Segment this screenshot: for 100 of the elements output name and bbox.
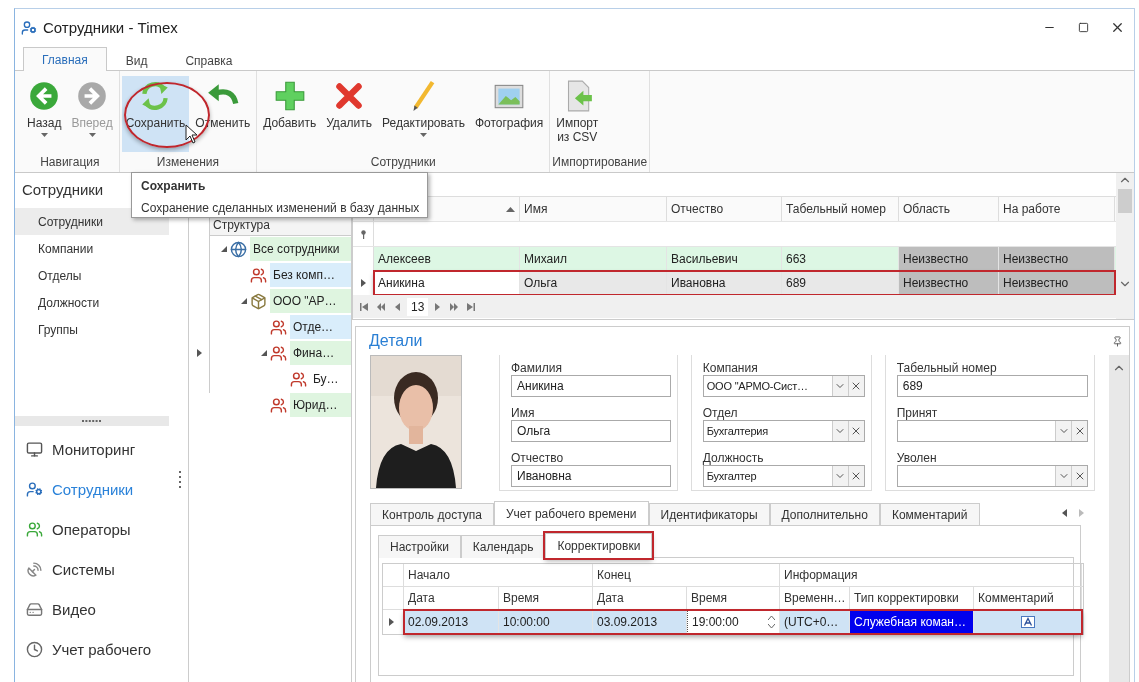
nav-item[interactable]: Группы <box>15 316 169 343</box>
pin-icon[interactable] <box>1112 335 1123 347</box>
pager-arrow-icon <box>360 302 368 311</box>
tree-node[interactable]: Все сотрудники <box>250 237 351 261</box>
column-header[interactable]: Табельный номер <box>782 197 899 221</box>
column-group-header: Начало <box>404 564 593 586</box>
ribbon-group-label: Изменения <box>155 154 220 171</box>
column-header[interactable]: Область <box>899 197 999 221</box>
tree-node[interactable]: Без комп… <box>270 263 351 287</box>
text-field[interactable]: Ольга <box>511 420 671 442</box>
combo-box[interactable]: ООО "АРМО-Сист… <box>702 375 865 397</box>
module-item[interactable]: Сотрудники <box>15 469 172 509</box>
current-row-icon <box>359 279 367 287</box>
table-cell: Алексеев <box>374 247 520 271</box>
tab[interactable]: Идентификаторы <box>648 503 770 526</box>
combo-box[interactable]: Бухгалтерия <box>702 420 865 442</box>
field-label: Отдел <box>702 405 739 420</box>
table-cell: 10:00:00 <box>499 610 593 634</box>
clear-button[interactable] <box>1071 421 1087 441</box>
collapse-arrow-icon <box>195 349 203 357</box>
pager-arrow-icon <box>377 302 385 311</box>
pager-arrow-icon <box>433 302 442 311</box>
clock-icon <box>26 640 43 658</box>
clear-button[interactable] <box>1071 466 1087 486</box>
table-cell: Служебная коман… <box>850 610 974 634</box>
tree-node[interactable]: Юрид… <box>290 393 351 417</box>
ribbon-group-label: Сотрудники <box>369 154 437 171</box>
globe-icon <box>230 240 247 258</box>
column-header[interactable]: На работе <box>999 197 1115 221</box>
nav-item[interactable]: Должности <box>15 289 169 316</box>
ribbon-tab[interactable]: Справка <box>166 49 252 71</box>
text-field[interactable]: Аникина <box>511 375 671 397</box>
pager-arrow-icon <box>467 302 476 311</box>
ribbon-button[interactable]: Фотография <box>470 76 548 152</box>
module-item[interactable]: Мониторинг <box>15 429 172 469</box>
text-field[interactable]: 689 <box>896 375 1088 397</box>
splitter-grip-icon[interactable] <box>178 471 182 489</box>
field-label: Уволен <box>896 450 938 465</box>
pager-arrow-icon <box>450 302 459 311</box>
ribbon-tab[interactable]: Главная <box>23 47 107 71</box>
nav-item[interactable]: Компании <box>15 235 169 262</box>
time-field[interactable]: 19:00:00 <box>687 610 780 634</box>
module-item[interactable]: Видео <box>15 589 172 629</box>
ribbon-button[interactable]: Импорт из CSV <box>552 76 603 152</box>
module-item[interactable]: Системы <box>15 549 172 589</box>
table-cell: Неизвестно <box>999 271 1115 295</box>
ribbon-button[interactable]: Добавить <box>259 76 321 152</box>
tab[interactable]: Контроль доступа <box>370 503 494 526</box>
caret-icon <box>419 133 427 137</box>
table-row[interactable]: Аникина Ольга Ивановна 689 Неизвестно Неизвестно <box>353 271 1116 295</box>
field-label: Должность <box>702 450 765 465</box>
text-note-icon[interactable] <box>1020 616 1035 628</box>
field-label: Компания <box>702 360 759 375</box>
tab[interactable]: Настройки <box>378 535 461 558</box>
ribbon-button[interactable]: Удалить <box>322 76 376 152</box>
table-cell: Неизвестно <box>899 247 999 271</box>
maximize-icon <box>1077 22 1089 33</box>
column-group-header: Конец <box>593 564 780 586</box>
text-field[interactable]: Ивановна <box>511 465 671 487</box>
window-title: Сотрудники - Timex <box>43 19 179 36</box>
tab[interactable]: Календарь <box>460 535 546 558</box>
tree-node[interactable]: ООО "АР… <box>270 289 351 313</box>
panel-title: Детали <box>369 332 423 350</box>
ribbon-button[interactable]: Назад <box>23 76 66 152</box>
field-label: Имя <box>511 405 536 420</box>
column-header[interactable]: Отчество <box>667 197 782 221</box>
table-row[interactable]: 02.09.2013 10:00:00 03.09.2013 19:00:00 (UTC+0… Служебная коман… <box>404 610 1082 634</box>
combo-box[interactable]: Бухгалтер <box>702 465 865 487</box>
ribbon-group-label: Навигация <box>39 154 101 171</box>
column-header[interactable]: Имя <box>520 197 667 221</box>
users-icon <box>250 266 267 284</box>
scroll-left-icon <box>1061 509 1069 517</box>
module-item[interactable]: Операторы <box>15 509 172 549</box>
users-icon <box>26 520 43 538</box>
spinner-icon[interactable] <box>768 615 775 629</box>
tab[interactable]: Учет рабочего времени <box>493 501 649 526</box>
user-gear-icon <box>26 480 43 498</box>
field-label: Принят <box>896 405 939 420</box>
table-cell: Неизвестно <box>899 271 999 295</box>
tab[interactable]: Корректировки <box>545 533 653 558</box>
ribbon-tab[interactable]: Вид <box>106 49 167 71</box>
table-row[interactable]: Алексеев Михаил Васильевич 663 Неизвестно Неизвестно <box>353 247 1116 271</box>
scroll-thumb[interactable] <box>1118 189 1132 213</box>
nav-item[interactable]: Отделы <box>15 262 169 289</box>
tab[interactable]: Дополнительно <box>769 503 880 526</box>
users-icon <box>270 344 287 362</box>
splitter-grip[interactable] <box>15 416 169 426</box>
field-label: Фамилия <box>511 360 563 375</box>
app-icon <box>21 19 37 36</box>
ribbon-button[interactable]: Редактировать <box>378 76 469 152</box>
grip-dots-icon <box>82 419 102 423</box>
scrollbar[interactable] <box>1116 173 1134 319</box>
module-item[interactable]: Учет рабочего <box>15 629 172 669</box>
monitor-icon <box>26 440 43 458</box>
scrollbar[interactable] <box>1109 355 1129 682</box>
tree-node[interactable]: Отде… <box>290 315 351 339</box>
users-icon <box>290 370 307 388</box>
column-group-header: Информация <box>780 564 1082 586</box>
tree-node[interactable]: Фина… <box>290 341 351 365</box>
field-label: Табельный номер <box>896 360 998 375</box>
